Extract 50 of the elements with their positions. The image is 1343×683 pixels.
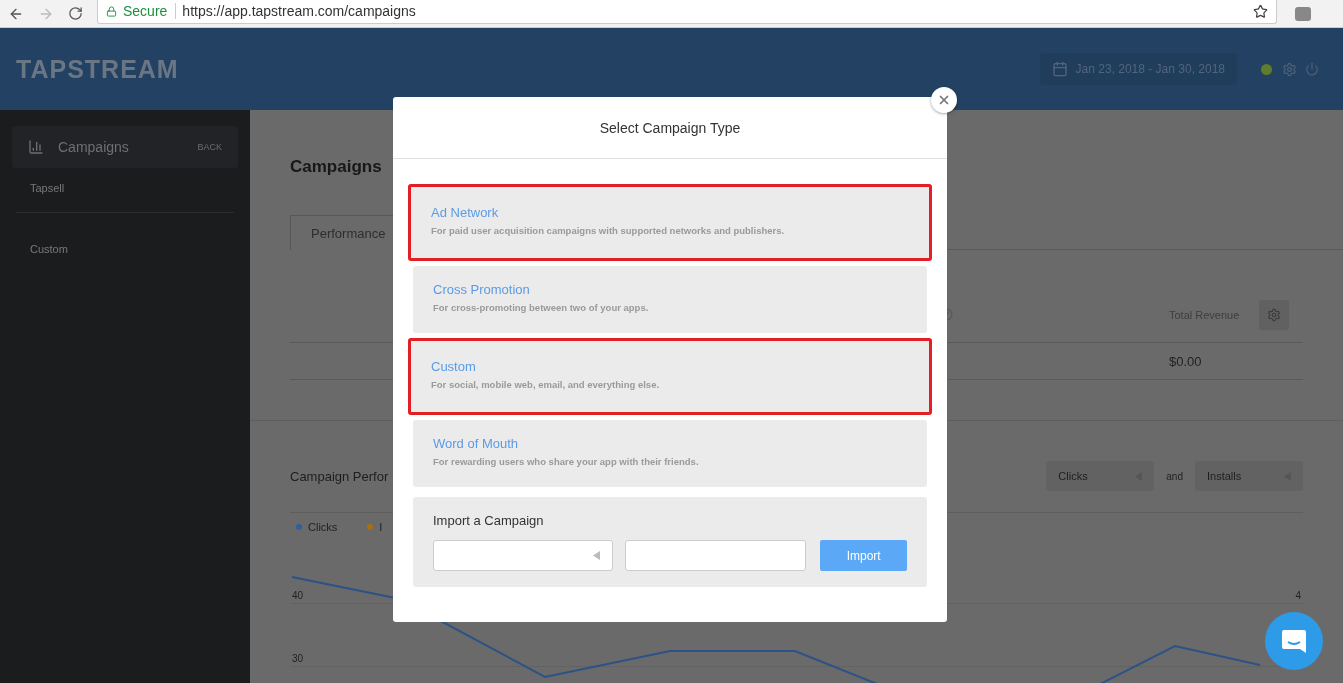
- close-icon: [937, 93, 951, 107]
- campaign-type-option[interactable]: Ad Network For paid user acquisition campaigns with supported networks and publishers.: [408, 184, 932, 261]
- option-title: Custom: [431, 359, 477, 374]
- axis-tick: 40: [292, 590, 304, 601]
- settings-button[interactable]: [1259, 300, 1289, 330]
- option-title: Cross Promotion: [433, 282, 531, 297]
- axis-tick: 4: [1295, 590, 1301, 601]
- section-title: Campaign Perfor: [290, 468, 390, 484]
- option-description: For cross-promoting between two of your apps.: [433, 302, 650, 313]
- bar-chart-icon: [28, 139, 44, 155]
- sidebar-item[interactable]: Tapsell: [12, 168, 238, 208]
- metric-select[interactable]: Clicks: [1046, 461, 1155, 491]
- option-description: For paid user acquisition campaigns with supported networks and publishers.: [431, 225, 786, 236]
- power-icon[interactable]: [1305, 62, 1319, 76]
- url-text: https://app.tapstream.com/campaigns: [182, 3, 417, 19]
- input-field[interactable]: [625, 540, 807, 571]
- option-description: For social, mobile web, email, and everything else.: [431, 379, 661, 390]
- import-title: Import a Campaign: [433, 513, 545, 528]
- import-button[interactable]: Import: [820, 540, 907, 571]
- gear-icon: [1267, 308, 1281, 322]
- sidebar-title: Campaigns: [58, 139, 130, 155]
- caret-icon: [593, 551, 601, 560]
- axis-tick: 30: [292, 653, 304, 664]
- metric-select[interactable]: Installs: [1195, 461, 1303, 491]
- extension-icon[interactable]: [1295, 6, 1311, 21]
- chat-icon: [1280, 627, 1308, 655]
- campaign-type-option[interactable]: Word of Mouth For rewarding users who share your app with their friends.: [413, 420, 927, 487]
- sidebar-header[interactable]: Campaigns BACK: [12, 126, 238, 168]
- option-title: Word of Mouth: [433, 436, 520, 451]
- sidebar-item[interactable]: Custom: [12, 229, 238, 269]
- campaign-type-option[interactable]: Custom For social, mobile web, email, and everything else.: [408, 338, 932, 415]
- secure-label: Secure: [123, 3, 177, 19]
- settings-icon[interactable]: [1282, 61, 1297, 77]
- campaign-type-option[interactable]: Cross Promotion For cross-promoting between two of your apps.: [413, 266, 927, 333]
- logo: TAPSTREAM: [16, 54, 180, 84]
- joiner-text: and: [1166, 470, 1183, 482]
- dialog-title: Select Campaign Type: [599, 119, 741, 136]
- campaign-select[interactable]: [433, 540, 614, 571]
- option-description: For rewarding users who share your app with their friends.: [433, 456, 700, 467]
- lock-icon: [106, 5, 117, 17]
- legend-label: Clicks: [308, 521, 338, 533]
- calendar-icon: [1051, 61, 1068, 77]
- status-dot: [1261, 63, 1272, 75]
- page-title: Campaigns: [290, 156, 383, 178]
- option-title: Ad Network: [431, 205, 500, 220]
- address-bar[interactable]: Secure https://app.tapstream.com/campaigns: [97, 0, 1277, 24]
- reload-icon[interactable]: [68, 6, 83, 21]
- table-cell-text: $0.00: [1169, 353, 1203, 369]
- star-icon[interactable]: [1253, 3, 1268, 19]
- back-link[interactable]: BACK: [197, 142, 222, 152]
